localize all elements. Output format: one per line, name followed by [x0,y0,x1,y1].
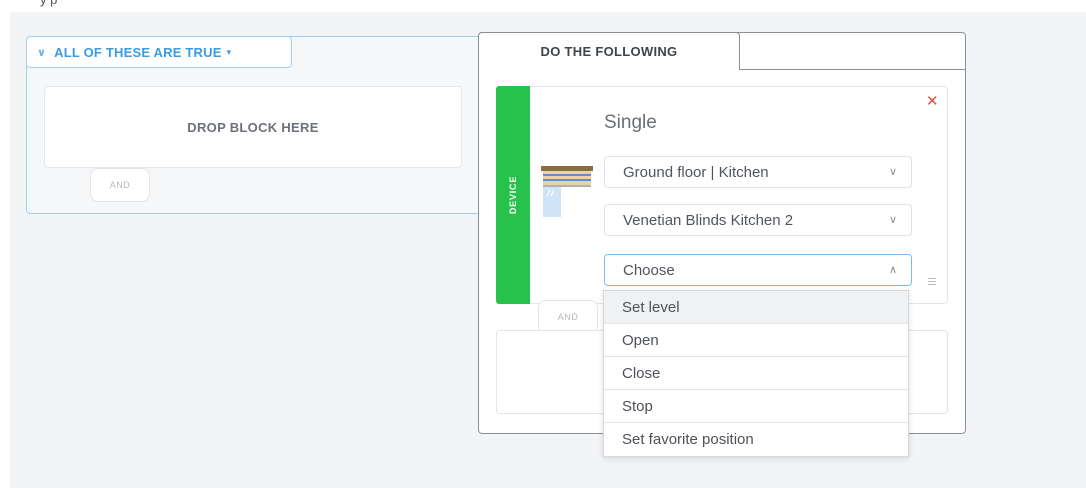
condition-mode-dropdown[interactable]: ∨ ALL OF THESE ARE TRUE ▾ [26,36,292,68]
tab-divider [740,69,966,70]
option-stop[interactable]: Stop [604,390,908,423]
and-label: AND [109,180,131,190]
action-select-value: Choose [623,261,675,279]
option-close[interactable]: Close [604,357,908,390]
device-select[interactable]: Venetian Blinds Kitchen 2 ∨ [604,204,912,236]
device-select-value: Venetian Blinds Kitchen 2 [623,211,794,229]
location-select-value: Ground floor | Kitchen [623,163,769,181]
drop-zone-label: DROP BLOCK HERE [187,119,319,135]
tab-do-the-following[interactable]: DO THE FOLLOWING [478,32,740,70]
option-set-favorite-position[interactable]: Set favorite position [604,423,908,456]
chevron-down-icon[interactable]: ∨ [37,46,46,59]
action-options-list: Set level Open Close Stop Set favorite p… [603,290,909,457]
chevron-down-icon: ∨ [888,166,897,178]
location-select[interactable]: Ground floor | Kitchen ∨ [604,156,912,188]
device-stripe-label: DEVICE [508,175,518,215]
drop-zone[interactable]: DROP BLOCK HERE [44,86,462,168]
condition-mode-label: ALL OF THESE ARE TRUE [54,44,222,60]
mode-label: Single [604,112,657,133]
caret-down-icon: ▾ [226,46,232,57]
option-open[interactable]: Open [604,324,908,357]
top-strip-text: y p [40,0,57,7]
top-strip: y p [0,0,1086,12]
option-set-level[interactable]: Set level [604,291,908,324]
action-and-connector[interactable]: AND [538,300,598,334]
action-tab-label: DO THE FOLLOWING [540,44,678,59]
and-label: AND [557,312,579,322]
chevron-up-icon: ∧ [888,264,897,276]
chevron-down-icon: ∨ [888,214,897,226]
condition-and-connector[interactable]: AND [90,168,150,202]
grip-icon[interactable] [928,278,936,287]
action-select[interactable]: Choose ∧ [604,254,912,286]
venetian-blinds-icon [541,166,593,227]
close-icon[interactable]: ✕ [926,94,939,109]
device-type-stripe[interactable]: DEVICE [496,86,530,304]
